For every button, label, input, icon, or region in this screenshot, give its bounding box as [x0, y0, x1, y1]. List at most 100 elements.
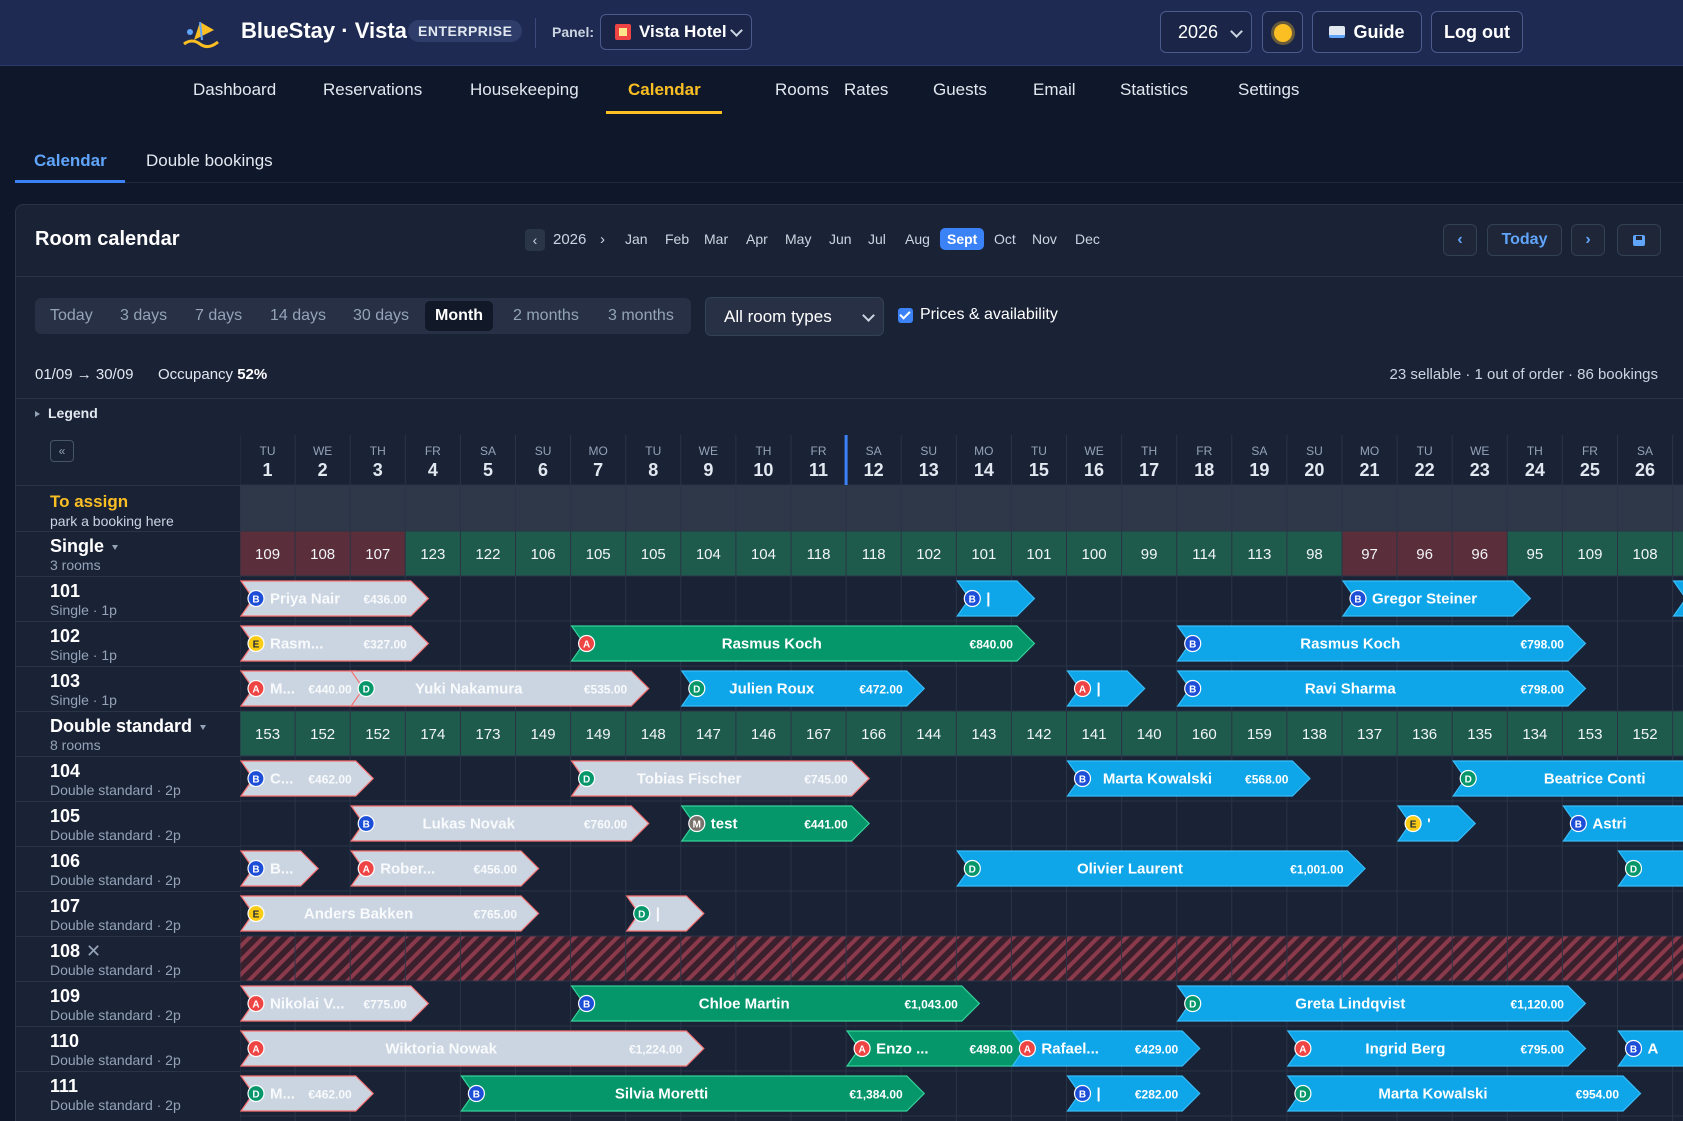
to-assign-dropzone[interactable] [240, 485, 1683, 531]
view-14-days[interactable]: 14 days [270, 307, 326, 325]
booking-bar[interactable]: A Nikolai V... €775.00 [240, 985, 430, 1022]
prices-availability-checkbox[interactable] [898, 308, 913, 323]
booking-bar[interactable]: A Enzo ... €498.00 [845, 1030, 1036, 1067]
tab-double-bookings[interactable]: Double bookings [146, 151, 273, 171]
month-nov[interactable]: Nov [1032, 231, 1057, 247]
booking-bar[interactable]: B Chloe Martin €1,043.00 [570, 985, 981, 1022]
booking-bar[interactable]: B Gregor Steiner [1341, 580, 1532, 617]
today-button[interactable]: Today [1487, 224, 1562, 256]
room-type-double-standard[interactable]: Double standard 8 rooms [15, 711, 240, 756]
room-106[interactable]: 106 Double standard · 2p [15, 846, 240, 891]
nav-item-guests[interactable]: Guests [933, 80, 987, 100]
booking-bar[interactable]: B Rasmus Koch €798.00 [1176, 625, 1587, 662]
booking-bar[interactable]: B Ravi Sharma €798.00 [1176, 670, 1587, 707]
nav-item-rooms[interactable]: Rooms [775, 80, 829, 100]
view-30-days[interactable]: 30 days [353, 307, 409, 325]
nav-item-dashboard[interactable]: Dashboard [193, 80, 276, 100]
month-feb[interactable]: Feb [665, 231, 689, 247]
room-105[interactable]: 105 Double standard · 2p [15, 801, 240, 846]
tab-calendar[interactable]: Calendar [34, 151, 107, 171]
month-mar[interactable]: Mar [704, 231, 728, 247]
month-may[interactable]: May [785, 231, 811, 247]
month-sept[interactable]: Sept [940, 228, 985, 250]
booking-bar[interactable]: D Marta Kowalski €954.00 [1286, 1075, 1642, 1112]
booking-bar[interactable]: D Greta Lindqvist €1,120.00 [1176, 985, 1587, 1022]
booking-bar[interactable]: A Rasmus Koch €840.00 [570, 625, 1036, 662]
nav-item-reservations[interactable]: Reservations [323, 80, 422, 100]
view-3-months[interactable]: 3 months [608, 307, 674, 325]
booking-bar[interactable]: B Marta Kowalski €568.00 [1066, 760, 1311, 797]
room-103[interactable]: 103 Single · 1p [15, 666, 240, 711]
room-104[interactable]: 104 Double standard · 2p [15, 756, 240, 801]
nav-item-statistics[interactable]: Statistics [1120, 80, 1188, 100]
month-dec[interactable]: Dec [1075, 231, 1100, 247]
booking-bar[interactable]: A Rafael... €429.00 [1011, 1030, 1201, 1067]
month-apr[interactable]: Apr [746, 231, 768, 247]
room-101[interactable]: 101 Single · 1p [15, 576, 240, 621]
caret-down-icon[interactable] [200, 724, 207, 730]
view-7-days[interactable]: 7 days [195, 307, 242, 325]
month-aug[interactable]: Aug [905, 231, 930, 247]
booking-bar[interactable]: A Wiktoria Nowak €1,224.00 [240, 1030, 705, 1067]
booking-bar[interactable]: B Priya Nair €436.00 [240, 580, 430, 617]
room-102[interactable]: 102 Single · 1p [15, 621, 240, 666]
view-2-months[interactable]: 2 months [513, 307, 579, 325]
nav-item-email[interactable]: Email [1033, 80, 1076, 100]
booking-bar[interactable]: B | [956, 580, 1036, 617]
booking-bar[interactable]: A | [1066, 670, 1146, 707]
year-select[interactable]: 2026 [1160, 11, 1252, 53]
room-type-select[interactable]: All room types [705, 297, 884, 336]
nav-item-calendar[interactable]: Calendar [628, 80, 701, 100]
booking-bar[interactable]: Mtest €441.00 [680, 805, 870, 842]
save-button[interactable] [1617, 224, 1661, 256]
guide-button[interactable]: Guide [1312, 11, 1422, 53]
month-jun[interactable]: Jun [829, 231, 852, 247]
logout-button[interactable]: Log out [1431, 11, 1523, 53]
booking-bar[interactable]: D Olivier Laurent €1,001.00 [956, 850, 1366, 887]
booking-bar[interactable]: A M... €440.00 [240, 670, 375, 707]
booking-bar[interactable]: A Rober... €456.00 [350, 850, 540, 887]
panel-select[interactable]: Vista Hotel [600, 14, 752, 50]
month-oct[interactable]: Oct [994, 231, 1016, 247]
prev-period-button[interactable]: ‹ [1443, 224, 1477, 256]
prices-availability-label[interactable]: Prices & availability [920, 306, 1058, 324]
nav-item-rates[interactable]: Rates [844, 80, 888, 100]
theme-toggle-button[interactable] [1262, 11, 1303, 53]
room-110[interactable]: 110 Double standard · 2p [15, 1026, 240, 1071]
booking-bar[interactable]: D M... €462.00 [240, 1075, 375, 1112]
booking-bar[interactable]: E Anders Bakken €765.00 [240, 895, 540, 932]
booking-bar[interactable]: B C... €462.00 [240, 760, 375, 797]
availability-cell[interactable] [1672, 711, 1683, 756]
booking-bar[interactable]: D Tobias Fischer €745.00 [570, 760, 870, 797]
room-108[interactable]: 108 ✕ Double standard · 2p [15, 936, 240, 981]
booking-bar[interactable]: B B... [240, 850, 319, 887]
month-jul[interactable]: Jul [868, 231, 886, 247]
room-111[interactable]: 111 Double standard · 2p [15, 1071, 240, 1116]
room-109[interactable]: 109 Double standard · 2p [15, 981, 240, 1026]
booking-bar[interactable]: D [1617, 850, 1683, 887]
nav-item-settings[interactable]: Settings [1238, 80, 1299, 100]
collapse-sidebar-button[interactable]: « [50, 440, 74, 462]
view-today[interactable]: Today [50, 307, 93, 325]
booking-bar[interactable]: E Rasm... €327.00 [240, 625, 430, 662]
booking-bar[interactable]: D | [625, 895, 705, 932]
caret-down-icon[interactable] [112, 544, 119, 550]
booking-bar[interactable]: B Astri [1562, 805, 1683, 842]
room-type-single[interactable]: Single 3 rooms [15, 531, 240, 576]
booking-bar[interactable]: A Ingrid Berg €795.00 [1286, 1030, 1587, 1067]
month-jan[interactable]: Jan [625, 231, 648, 247]
booking-bar[interactable]: B | €282.00 [1066, 1075, 1201, 1112]
booking-bar[interactable]: B Silvia Moretti €1,384.00 [460, 1075, 926, 1112]
next-period-button[interactable]: › [1571, 224, 1605, 256]
booking-bar[interactable]: D Beatrice Conti [1452, 760, 1683, 797]
legend-toggle[interactable]: Legend [35, 405, 98, 421]
view-month[interactable]: Month [425, 301, 493, 331]
booking-bar[interactable]: D Julien Roux €472.00 [680, 670, 926, 707]
booking-bar[interactable]: D Yuki Nakamura €535.00 [350, 670, 650, 707]
view-3-days[interactable]: 3 days [120, 307, 167, 325]
year-prev-button[interactable]: ‹ [525, 229, 545, 251]
room-107[interactable]: 107 Double standard · 2p [15, 891, 240, 936]
booking-bar[interactable]: E ' [1396, 805, 1477, 842]
booking-bar[interactable]: BA [1617, 1030, 1683, 1067]
availability-cell[interactable] [1672, 531, 1683, 576]
